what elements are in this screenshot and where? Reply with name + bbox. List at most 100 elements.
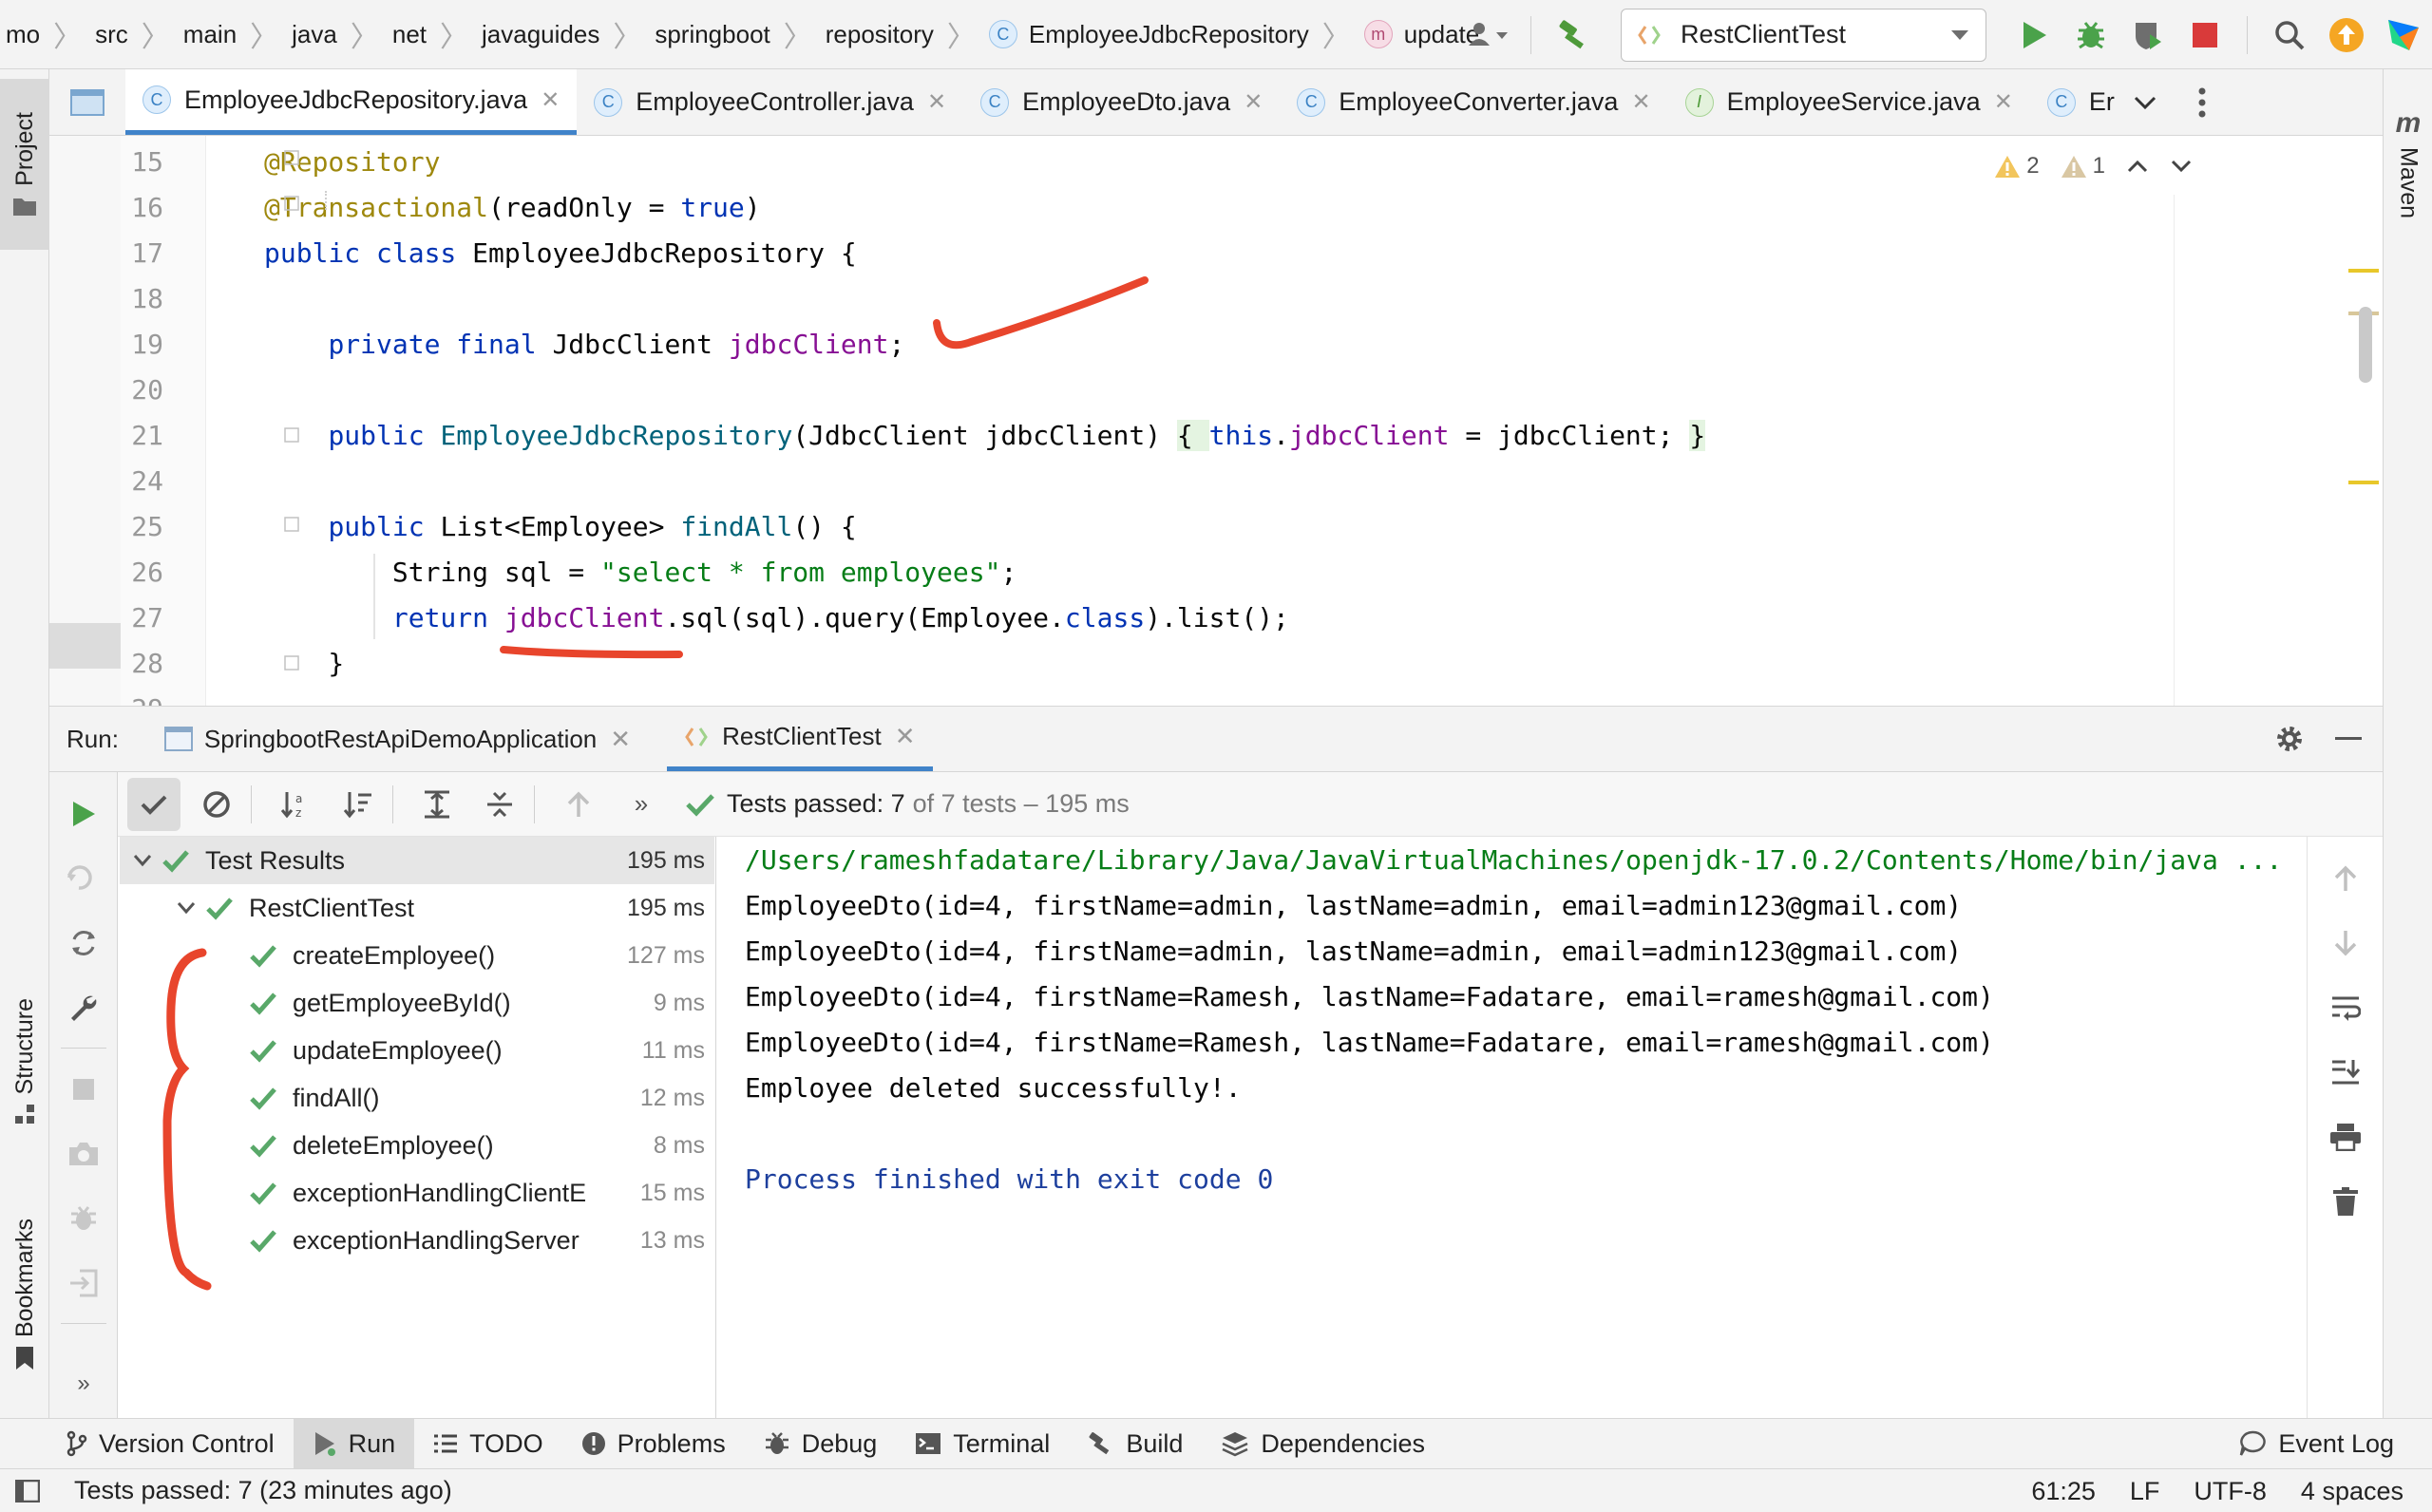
- structure-tool-tab[interactable]: Structure: [0, 981, 49, 1143]
- run-tab-rest-client-test[interactable]: RestClientTest ✕: [667, 707, 933, 771]
- console-output[interactable]: /Users/rameshfadatare/Library/Java/JavaV…: [716, 837, 2360, 1418]
- project-tool-tab[interactable]: Project: [0, 79, 49, 250]
- breadcrumb-item[interactable]: mo: [0, 20, 46, 49]
- fold-marker-icon[interactable]: [284, 427, 299, 443]
- tab-terminal[interactable]: Terminal: [896, 1419, 1069, 1469]
- weak-warning-count[interactable]: 1: [2061, 153, 2105, 180]
- close-icon[interactable]: ✕: [1631, 88, 1650, 116]
- line-separator[interactable]: LF: [2130, 1477, 2160, 1506]
- more-test-actions-button[interactable]: »: [615, 778, 668, 831]
- editor-tab-menu-button[interactable]: [2170, 69, 2225, 135]
- expand-all-button[interactable]: [410, 778, 464, 831]
- scroll-up-button[interactable]: [2323, 856, 2368, 901]
- maven-tool-tab[interactable]: m Maven: [2384, 83, 2432, 244]
- close-icon[interactable]: ✕: [1994, 88, 2013, 116]
- screenshot-button[interactable]: [61, 1131, 106, 1177]
- update-button[interactable]: [2318, 7, 2375, 64]
- tree-row-test[interactable]: findAll() 12 ms: [120, 1074, 714, 1122]
- breadcrumb-item[interactable]: src: [89, 20, 134, 49]
- tab-employee-jdbc-repository[interactable]: C EmployeeJdbcRepository.java ✕: [125, 69, 578, 135]
- breadcrumb-item[interactable]: java: [286, 20, 343, 49]
- run-settings-button[interactable]: [2253, 707, 2326, 771]
- tree-row-test[interactable]: getEmployeeById() 9 ms: [120, 979, 714, 1027]
- breadcrumb-item[interactable]: repository: [820, 20, 940, 49]
- indent-setting[interactable]: 4 spaces: [2301, 1477, 2404, 1506]
- export-button[interactable]: [61, 1260, 106, 1306]
- fold-marker-icon[interactable]: [284, 655, 299, 671]
- caret-position[interactable]: 61:25: [2031, 1477, 2096, 1506]
- show-ignored-toggle[interactable]: [190, 778, 243, 831]
- sort-alphabetically-button[interactable]: az: [269, 778, 322, 831]
- tab-dependencies[interactable]: Dependencies: [1202, 1419, 1444, 1469]
- chevron-up-icon[interactable]: [2126, 159, 2149, 174]
- account-button[interactable]: [1460, 7, 1517, 64]
- close-icon[interactable]: ✕: [610, 725, 631, 754]
- scroll-to-end-button[interactable]: [2323, 1049, 2368, 1095]
- run-configuration-selector[interactable]: RestClientTest: [1621, 8, 1986, 62]
- error-stripe-mark[interactable]: [2348, 481, 2379, 484]
- soft-wrap-button[interactable]: [2323, 985, 2368, 1030]
- editor-scrollbar-thumb[interactable]: [2359, 307, 2372, 383]
- inspection-widget[interactable]: 2 1: [1994, 153, 2193, 180]
- tree-row-test[interactable]: exceptionHandlingClientE 15 ms: [120, 1169, 714, 1217]
- status-panel-toggle[interactable]: [0, 1479, 55, 1503]
- close-icon[interactable]: ✕: [895, 722, 916, 751]
- sort-by-duration-button[interactable]: [332, 778, 385, 831]
- show-passed-toggle[interactable]: [127, 777, 180, 831]
- tree-row-test[interactable]: deleteEmployee() 8 ms: [120, 1122, 714, 1169]
- file-encoding[interactable]: UTF-8: [2194, 1477, 2267, 1506]
- tab-event-log[interactable]: Event Log: [2219, 1419, 2432, 1469]
- tree-row-test[interactable]: createEmployee() 127 ms: [120, 932, 714, 979]
- previous-failed-test-button[interactable]: [552, 778, 605, 831]
- toggle-auto-test-button[interactable]: [61, 920, 106, 966]
- close-icon[interactable]: ✕: [927, 88, 946, 116]
- collapse-all-button[interactable]: [473, 778, 526, 831]
- code-editor[interactable]: 15 @Repository 16 @Transactional(readOnl…: [49, 136, 2383, 706]
- close-icon[interactable]: ✕: [541, 86, 560, 114]
- tab-employee-controller[interactable]: C EmployeeController.java ✕: [577, 69, 963, 135]
- search-everywhere-button[interactable]: [2261, 7, 2318, 64]
- breadcrumb-item[interactable]: springboot: [649, 20, 775, 49]
- tree-row-test[interactable]: exceptionHandlingServer 13 ms: [120, 1217, 714, 1264]
- close-icon[interactable]: ✕: [1244, 88, 1263, 116]
- stop-button[interactable]: [61, 1067, 106, 1112]
- rerun-failed-button[interactable]: [61, 856, 106, 901]
- bookmarks-tool-tab[interactable]: Bookmarks: [0, 1200, 49, 1389]
- coverage-button[interactable]: [2119, 7, 2176, 64]
- stop-button[interactable]: [2176, 7, 2233, 64]
- fold-marker-icon[interactable]: [284, 150, 299, 165]
- more-tools-button[interactable]: »: [61, 1361, 106, 1407]
- tab-employee-dto[interactable]: C EmployeeDto.java ✕: [963, 69, 1280, 135]
- tree-row-test[interactable]: updateEmployee() 11 ms: [120, 1027, 714, 1074]
- run-button[interactable]: [2005, 7, 2062, 64]
- error-stripe-mark[interactable]: [2348, 269, 2379, 273]
- scroll-down-button[interactable]: [2323, 920, 2368, 966]
- tab-employee-service[interactable]: I EmployeeService.java ✕: [1668, 69, 2030, 135]
- print-button[interactable]: [2323, 1114, 2368, 1160]
- fold-marker-icon[interactable]: [284, 196, 299, 211]
- tab-employee-converter[interactable]: C EmployeeConverter.java ✕: [1280, 69, 1667, 135]
- run-tab-springboot-app[interactable]: SpringbootRestApiDemoApplication ✕: [147, 707, 648, 771]
- warning-count[interactable]: 2: [1994, 153, 2040, 180]
- breadcrumb-item[interactable]: javaguides: [476, 20, 605, 49]
- tab-todo[interactable]: TODO: [414, 1419, 562, 1469]
- run-hide-button[interactable]: [2326, 707, 2383, 771]
- clear-all-button[interactable]: [2323, 1179, 2368, 1224]
- build-button[interactable]: [1545, 7, 1602, 64]
- breadcrumb-item[interactable]: C EmployeeJdbcRepository: [983, 20, 1315, 49]
- breadcrumb-item[interactable]: main: [178, 20, 242, 49]
- tab-debug[interactable]: Debug: [745, 1419, 897, 1469]
- rerun-button[interactable]: [61, 791, 106, 837]
- jetbrains-logo-button[interactable]: [2375, 7, 2432, 64]
- tab-version-control[interactable]: Version Control: [48, 1419, 294, 1469]
- tab-problems[interactable]: Problems: [562, 1419, 745, 1469]
- run-settings-wrench-button[interactable]: [61, 985, 106, 1030]
- breadcrumb-item[interactable]: net: [387, 20, 432, 49]
- tree-row-suite[interactable]: RestClientTest 195 ms: [120, 884, 714, 932]
- chevron-down-icon[interactable]: [2170, 159, 2193, 174]
- debug-session-button[interactable]: [61, 1196, 106, 1241]
- tree-row-test-results[interactable]: Test Results 195 ms: [120, 837, 714, 884]
- tab-overflow-button[interactable]: [2120, 69, 2170, 135]
- tab-run[interactable]: Run: [293, 1418, 415, 1469]
- fold-marker-icon[interactable]: [284, 517, 299, 532]
